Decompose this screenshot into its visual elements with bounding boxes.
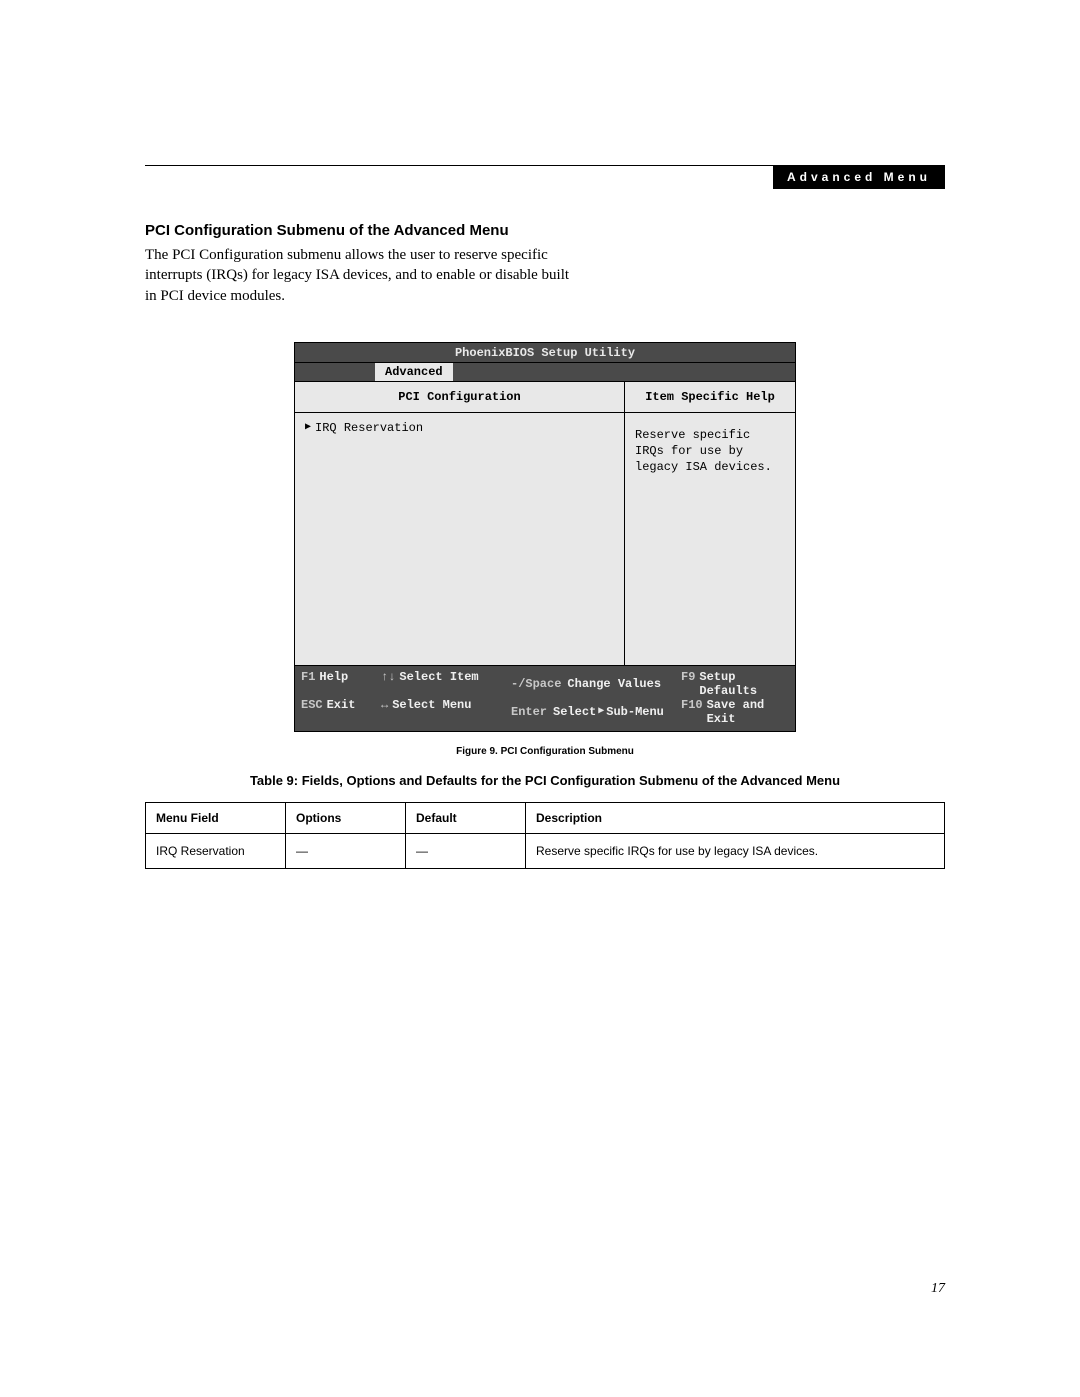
key-f1: F1 <box>301 670 315 698</box>
label-select-item: Select Item <box>399 670 478 698</box>
label-sub-menu: Sub-Menu <box>606 705 664 719</box>
th-default: Default <box>406 802 526 833</box>
bios-footer: F1Help ↑↓Select Item -/Space Change Value… <box>295 666 795 731</box>
cell-options: — <box>286 833 406 868</box>
table-header-row: Menu Field Options Default Description <box>146 802 945 833</box>
bios-title: PhoenixBIOS Setup Utility <box>295 343 795 363</box>
triangle-right-icon: ▶ <box>598 707 604 717</box>
cell-default: — <box>406 833 526 868</box>
key-leftright: ↔ <box>381 698 388 726</box>
label-save-exit: Save and Exit <box>707 698 789 726</box>
cell-menu-field: IRQ Reservation <box>146 833 286 868</box>
page-number: 17 <box>931 1281 945 1297</box>
label-setup-defaults: Setup Defaults <box>699 670 789 698</box>
bios-left-heading: PCI Configuration <box>295 382 624 413</box>
bios-right-heading: Item Specific Help <box>625 382 795 413</box>
label-help: Help <box>319 670 348 698</box>
table-row: IRQ Reservation — — Reserve specific IRQ… <box>146 833 945 868</box>
label-select-menu: Select Menu <box>392 698 471 726</box>
label-exit: Exit <box>327 698 356 726</box>
key-f10: F10 <box>681 698 703 726</box>
bios-left-panel: PCI Configuration ▶ IRQ Reservation <box>295 382 625 665</box>
th-options: Options <box>286 802 406 833</box>
cell-description: Reserve specific IRQs for use by legacy … <box>526 833 945 868</box>
triangle-right-icon: ▶ <box>305 423 311 433</box>
bios-right-panel: Item Specific Help Reserve specific IRQs… <box>625 382 795 665</box>
label-change-values: Change Values <box>567 677 661 691</box>
bios-screenshot: PhoenixBIOS Setup Utility Advanced PCI C… <box>294 342 796 732</box>
bios-tab-advanced: Advanced <box>375 363 453 381</box>
bios-help-text: Reserve specific IRQs for use by legacy … <box>625 413 795 665</box>
options-table: Menu Field Options Default Description I… <box>145 802 945 869</box>
header-badge: Advanced Menu <box>773 166 945 189</box>
bios-menu-item-label: IRQ Reservation <box>315 421 423 435</box>
bios-menu-item-irq: ▶ IRQ Reservation <box>305 421 614 435</box>
key-esc: ESC <box>301 698 323 726</box>
key-space: -/Space <box>511 677 561 691</box>
th-description: Description <box>526 802 945 833</box>
header-rule: Advanced Menu <box>145 165 945 188</box>
table-title: Table 9: Fields, Options and Defaults fo… <box>145 773 945 788</box>
figure-caption: Figure 9. PCI Configuration Submenu <box>145 746 945 757</box>
section-heading: PCI Configuration Submenu of the Advance… <box>145 222 945 239</box>
key-f9: F9 <box>681 670 695 698</box>
bios-tab-bar: Advanced <box>295 363 795 382</box>
section-body: The PCI Configuration submenu allows the… <box>145 245 575 306</box>
key-updown: ↑↓ <box>381 670 395 698</box>
label-select: Select <box>553 705 596 719</box>
th-menu-field: Menu Field <box>146 802 286 833</box>
key-enter: Enter <box>511 705 547 719</box>
